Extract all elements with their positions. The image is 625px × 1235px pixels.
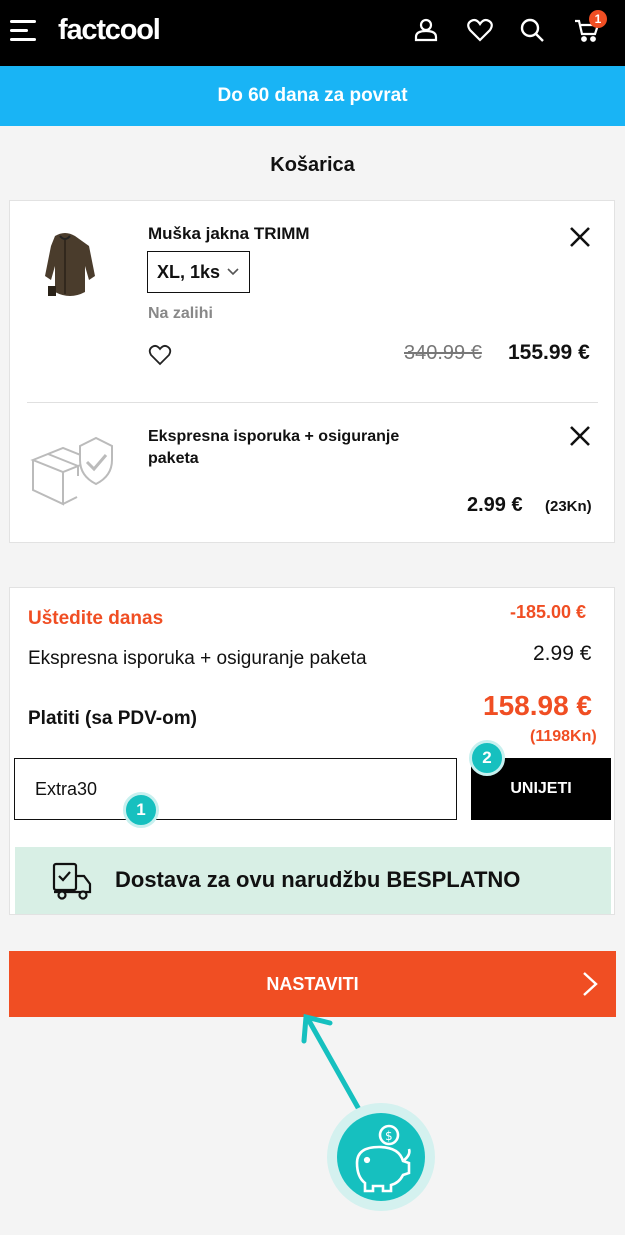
variant-select-value: XL, 1ks	[157, 262, 221, 282]
promo-banner: Do 60 dana za povrat	[0, 66, 625, 126]
top-navigation-bar: factcool 1	[0, 0, 625, 66]
shipping-item-price: 2.99 €	[467, 494, 523, 516]
total-value: 158.98 €	[483, 690, 592, 721]
annotation-marker-2: 2	[469, 740, 505, 776]
menu-icon[interactable]	[10, 20, 36, 42]
coupon-input[interactable]	[14, 758, 457, 820]
user-icon[interactable]	[412, 16, 440, 44]
remove-item-close-icon[interactable]	[568, 225, 592, 249]
wishlist-heart-icon[interactable]	[148, 343, 172, 367]
shipping-line-label: Ekspresna isporuka + osiguranje paketa	[28, 648, 367, 669]
cart-count-badge: 1	[589, 10, 607, 28]
page-title: Košarica	[270, 154, 355, 176]
search-icon[interactable]	[518, 16, 546, 44]
variant-select[interactable]: XL, 1ks	[147, 251, 250, 293]
piggy-bank-badge: $	[337, 1113, 425, 1201]
piggy-bank-icon: $	[355, 1124, 411, 1193]
remove-shipping-close-icon[interactable]	[568, 424, 592, 448]
truck-icon	[52, 862, 92, 900]
chevron-right-icon	[583, 972, 598, 996]
old-price: 340.99 €	[404, 342, 482, 364]
svg-text:$: $	[385, 1129, 393, 1143]
heart-icon[interactable]	[466, 16, 494, 44]
free-shipping-text: Dostava za ovu narudžbu BESPLATNO	[115, 867, 521, 892]
divider	[27, 402, 598, 403]
shipping-item-price-kn: (23Kn)	[545, 498, 592, 515]
savings-value: -185.00 €	[510, 602, 587, 622]
savings-label: Uštedite danas	[28, 608, 164, 629]
product-image[interactable]	[30, 226, 100, 306]
total-value-kn: (1198Kn)	[530, 728, 597, 745]
annotation-marker-1: 1	[123, 792, 159, 828]
total-label: Platiti (sa PDV-om)	[28, 708, 197, 729]
chevron-down-icon	[227, 268, 239, 276]
package-shield-icon	[30, 436, 113, 506]
item-price: 155.99 €	[508, 341, 590, 364]
continue-label: NASTAVITI	[266, 973, 359, 994]
stock-status: Na zalihi	[148, 305, 213, 322]
shipping-item-name: Ekspresna isporuka + osiguranje paketa	[148, 428, 400, 467]
logo[interactable]: factcool	[58, 14, 161, 47]
item-name[interactable]: Muška jakna TRIMM	[148, 224, 310, 244]
shipping-line-value: 2.99 €	[533, 642, 592, 665]
